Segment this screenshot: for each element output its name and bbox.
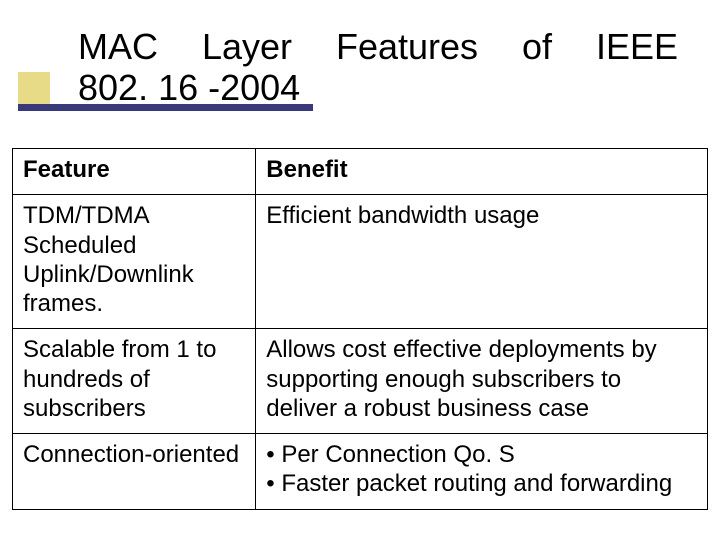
title-line-2: 802. 16 -2004 [78,67,678,108]
header-feature: Feature [13,149,256,195]
title-accent-square [18,72,50,104]
header-benefit: Benefit [256,149,708,195]
list-item: • Faster packet routing and forwarding [266,469,697,498]
table-row: TDM/TDMA Scheduled Uplink/Downlink frame… [13,195,708,329]
cell-feature: Connection-oriented [13,434,256,510]
benefit-bullets: • Per Connection Qo. S • Faster packet r… [266,440,697,499]
list-item: • Per Connection Qo. S [266,440,697,469]
table-row: Scalable from 1 to hundreds of subscribe… [13,329,708,434]
features-table: Feature Benefit TDM/TDMA Scheduled Uplin… [12,148,708,510]
slide-title-block: MAC Layer Features of IEEE 802. 16 -2004 [0,0,720,109]
cell-feature: TDM/TDMA Scheduled Uplink/Downlink frame… [13,195,256,329]
table-row: Connection-oriented • Per Connection Qo.… [13,434,708,510]
cell-benefit: Allows cost effective deployments by sup… [256,329,708,434]
cell-benefit: • Per Connection Qo. S • Faster packet r… [256,434,708,510]
cell-feature: Scalable from 1 to hundreds of subscribe… [13,329,256,434]
slide-title: MAC Layer Features of IEEE 802. 16 -2004 [78,26,690,109]
title-line-1: MAC Layer Features of IEEE [78,26,678,67]
cell-benefit: Efficient bandwidth usage [256,195,708,329]
table-header-row: Feature Benefit [13,149,708,195]
